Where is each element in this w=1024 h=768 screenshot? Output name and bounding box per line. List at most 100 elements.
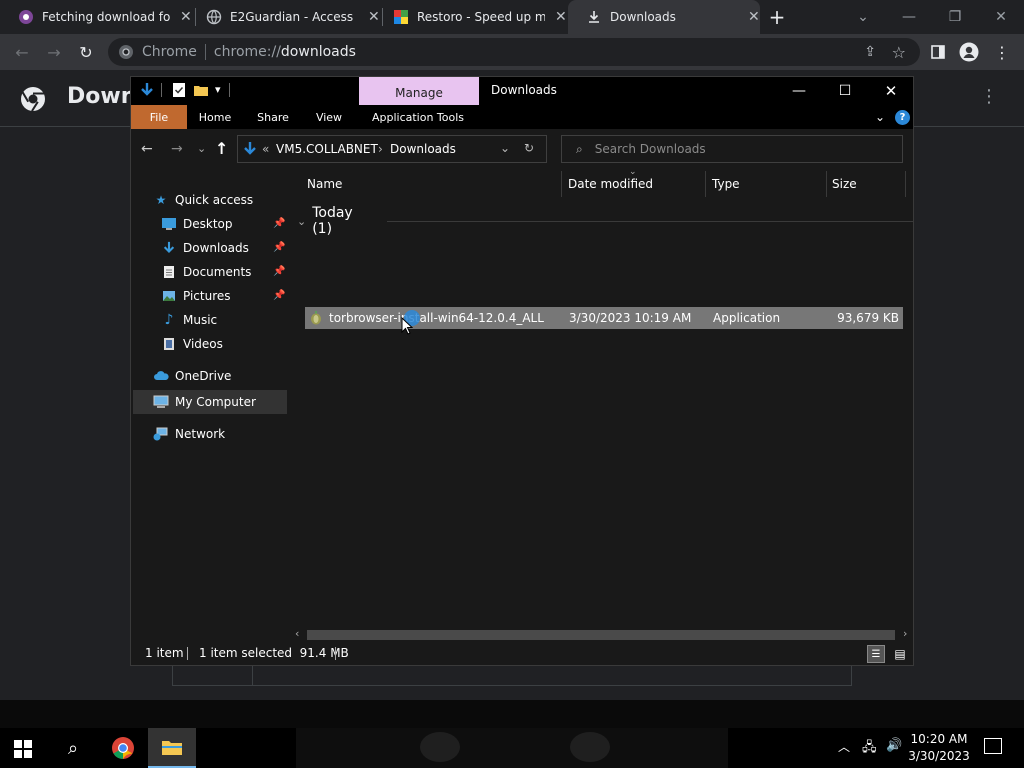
nav-downloads[interactable]: Downloads xyxy=(161,237,249,259)
nav-network[interactable]: Network xyxy=(153,423,225,445)
videos-icon xyxy=(161,336,177,352)
new-folder-icon[interactable] xyxy=(193,82,209,98)
column-header-name[interactable]: Name xyxy=(307,171,342,197)
column-header-date-modified[interactable]: Date modified xyxy=(568,171,653,197)
large-icons-view-icon[interactable]: ▤ xyxy=(891,645,909,663)
column-divider[interactable] xyxy=(705,171,706,197)
browser-restore-icon[interactable]: ❐ xyxy=(932,0,978,34)
tab-title: Restoro - Speed up my xyxy=(417,10,545,24)
breadcrumb-separator-icon[interactable]: › xyxy=(378,142,383,156)
breadcrumb-downloads[interactable]: Downloads xyxy=(390,142,456,156)
group-collapse-chevron-icon[interactable]: ⌄ xyxy=(297,215,306,228)
address-dropdown-chevron-icon[interactable]: ⌄ xyxy=(500,141,510,155)
tab-e2guardian[interactable]: E2Guardian - Access D ✕ xyxy=(188,0,383,34)
side-panel-icon[interactable] xyxy=(926,40,950,64)
site-label: Chrome xyxy=(142,44,197,60)
explorer-close-icon[interactable]: ✕ xyxy=(871,77,911,105)
scrollbar-thumb[interactable] xyxy=(307,630,895,640)
up-arrow-icon[interactable]: ↑ xyxy=(215,139,228,158)
group-label: Today (1) xyxy=(312,205,353,237)
column-divider[interactable] xyxy=(826,171,827,197)
taskbar-wallpaper-region xyxy=(296,728,728,768)
desktop-icon xyxy=(161,216,177,232)
help-icon[interactable]: ? xyxy=(895,110,910,125)
explorer-minimize-icon[interactable]: — xyxy=(779,77,819,105)
nav-videos[interactable]: Videos xyxy=(161,333,223,355)
tor-onion-icon xyxy=(311,311,321,325)
column-header-size[interactable]: Size xyxy=(832,171,857,197)
scroll-right-icon[interactable]: › xyxy=(903,627,907,640)
back-arrow-icon[interactable]: ← xyxy=(10,40,34,64)
nav-back-icon[interactable]: ← xyxy=(141,141,153,157)
browser-minimize-icon[interactable]: — xyxy=(886,0,932,34)
volume-icon[interactable]: 🔊 xyxy=(886,738,902,753)
share-icon[interactable]: ⇪ xyxy=(864,44,876,60)
reload-icon[interactable]: ↻ xyxy=(74,40,98,64)
file-date-modified: 3/30/2023 10:19 AM xyxy=(569,311,692,325)
search-downloads-field[interactable]: ⌕ Search Downloads xyxy=(561,135,903,163)
taskbar-search-icon[interactable]: ⌕ xyxy=(60,736,86,760)
bookmark-star-icon[interactable]: ☆ xyxy=(892,43,906,62)
system-clock[interactable]: 10:20 AM 3/30/2023 xyxy=(906,731,972,765)
ribbon-tab-view[interactable]: View xyxy=(307,105,351,129)
network-tray-icon[interactable]: 🖧 xyxy=(862,738,877,760)
nav-onedrive[interactable]: OneDrive xyxy=(153,365,231,387)
ribbon-tab-application-tools[interactable]: Application Tools xyxy=(363,105,473,129)
explorer-maximize-icon[interactable]: ☐ xyxy=(825,77,865,105)
tab-search-chevron-icon[interactable]: ⌄ xyxy=(840,0,886,34)
address-bar[interactable]: Chrome chrome:// downloads ⇪ ☆ xyxy=(108,38,920,66)
browser-close-icon[interactable]: ✕ xyxy=(978,0,1024,34)
column-divider[interactable] xyxy=(561,171,562,197)
breadcrumb-overflow[interactable]: « xyxy=(262,142,269,156)
recent-locations-chevron-icon[interactable]: ⌄ xyxy=(197,142,206,155)
taskbar-file-explorer-button[interactable] xyxy=(148,728,196,768)
group-header-today[interactable]: ⌄ Today (1) xyxy=(297,205,913,237)
nav-forward-icon[interactable]: → xyxy=(171,141,183,157)
breadcrumb-vm5-collabnet[interactable]: VM5.COLLABNET xyxy=(276,142,378,156)
ribbon-tab-share[interactable]: Share xyxy=(251,105,295,129)
tab-restoro[interactable]: Restoro - Speed up my ✕ xyxy=(375,0,570,34)
manage-contextual-tab[interactable]: Manage xyxy=(359,77,479,105)
nav-desktop[interactable]: Desktop xyxy=(161,213,233,235)
download-arrow-icon xyxy=(141,83,153,96)
customize-qat-icon[interactable]: ▾ xyxy=(215,83,221,96)
column-divider[interactable] xyxy=(905,171,906,197)
column-header-type[interactable]: Type xyxy=(712,171,740,197)
omnibox-divider xyxy=(204,44,206,60)
nav-quick-access[interactable]: ★ Quick access xyxy=(153,189,254,211)
tab-close-icon[interactable]: ✕ xyxy=(748,9,760,25)
taskbar-chrome-button[interactable] xyxy=(100,728,146,768)
show-hidden-icons-chevron-icon[interactable]: ︿ xyxy=(838,738,850,755)
refresh-icon[interactable]: ↻ xyxy=(524,141,534,155)
explorer-address-bar[interactable]: « VM5.COLLABNET › Downloads ⌄ ↻ xyxy=(237,135,547,163)
downloads-more-icon[interactable]: ⋮ xyxy=(980,86,998,107)
start-windows-icon[interactable] xyxy=(14,740,32,762)
profile-avatar-icon[interactable] xyxy=(957,40,981,64)
nav-my-computer[interactable]: My Computer xyxy=(153,391,256,413)
browser-menu-icon[interactable]: ⋮ xyxy=(990,40,1014,64)
tor-favicon-icon xyxy=(19,10,33,24)
tab-fetching-download[interactable]: Fetching download for ✕ xyxy=(0,0,195,34)
wallpaper-shape xyxy=(420,732,460,762)
ribbon-tab-file[interactable]: File xyxy=(131,105,187,129)
nav-label: Documents xyxy=(183,265,252,279)
nav-music[interactable]: ♪ Music xyxy=(161,309,218,331)
scroll-left-icon[interactable]: ‹ xyxy=(295,627,299,640)
nav-documents[interactable]: Documents xyxy=(161,261,251,283)
ribbon-expand-chevron-icon[interactable]: ⌄ xyxy=(875,110,885,124)
documents-icon xyxy=(161,264,177,280)
details-view-icon[interactable]: ☰ xyxy=(867,645,885,663)
ribbon-tab-home[interactable]: Home xyxy=(193,105,237,129)
file-row-torbrowser[interactable]: torbrowser-install-win64-12.0.4_ALL 3/30… xyxy=(305,307,903,329)
tab-close-icon[interactable]: ✕ xyxy=(555,9,567,25)
file-explorer-window: ▾ Manage Downloads — ☐ ✕ File Home Share… xyxy=(130,76,914,666)
forward-arrow-icon[interactable]: → xyxy=(42,40,66,64)
pin-icon: 📌 xyxy=(273,218,286,229)
horizontal-scrollbar[interactable]: ‹ › xyxy=(291,627,913,643)
tab-downloads[interactable]: Downloads ✕ xyxy=(568,0,760,34)
action-center-icon[interactable] xyxy=(984,738,1002,754)
qat-divider xyxy=(161,83,162,97)
new-tab-plus-icon[interactable]: + xyxy=(766,5,788,29)
nav-pictures[interactable]: Pictures xyxy=(161,285,231,307)
properties-check-icon[interactable] xyxy=(171,82,187,98)
